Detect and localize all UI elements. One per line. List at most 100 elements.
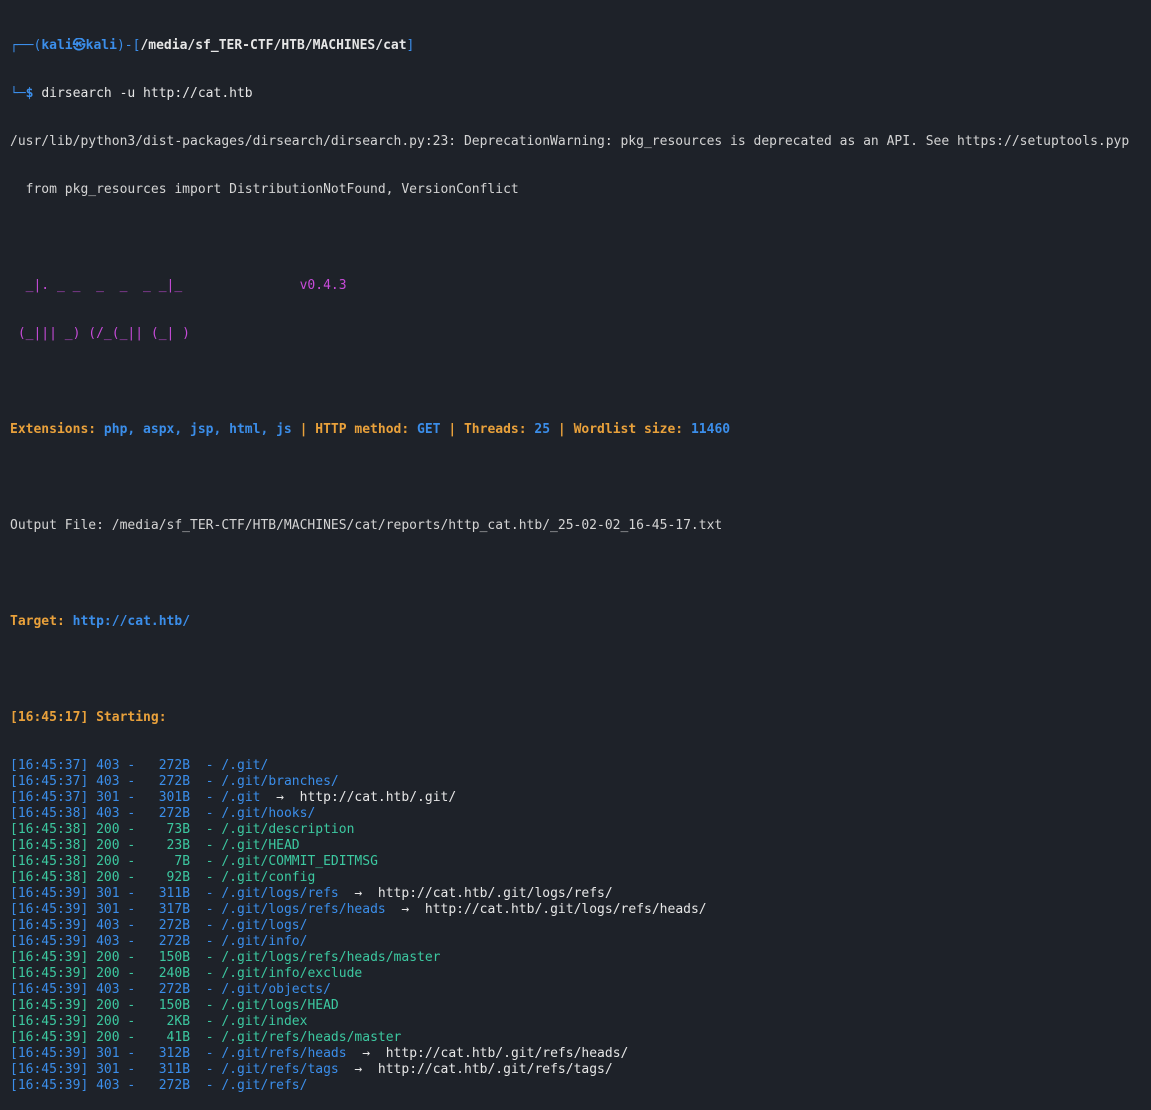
- result-size: 240B: [143, 966, 191, 981]
- result-row: [16:45:37] 301 - 301B - /.git → http://c…: [10, 790, 457, 805]
- result-row: [16:45:39] 301 - 317B - /.git/logs/refs/…: [10, 902, 707, 917]
- starting-line: [16:45:17] Starting:: [10, 710, 167, 725]
- result-path: /.git/logs/: [221, 918, 308, 933]
- result-row: [16:45:39] 301 - 311B - /.git/refs/tags …: [10, 1062, 613, 1077]
- result-row: [16:45:39] 403 - 272B - /.git/info/: [10, 934, 308, 949]
- result-size: 150B: [143, 998, 191, 1013]
- result-status-code: 200: [96, 1014, 120, 1029]
- result-path: /.git/logs/refs: [221, 886, 339, 901]
- result-path: /.git/info/exclude: [221, 966, 363, 981]
- result-size: 272B: [143, 758, 191, 773]
- result-path: /.git/refs/heads/master: [221, 1030, 402, 1045]
- result-status-code: 200: [96, 950, 120, 965]
- result-row: [16:45:39] 200 - 240B - /.git/info/exclu…: [10, 966, 363, 981]
- redirect-arrow-icon: →: [354, 1062, 363, 1077]
- warning-line-2: from pkg_resources import DistributionNo…: [10, 182, 519, 197]
- result-path: /.git/HEAD: [221, 838, 300, 853]
- result-time: [16:45:39]: [10, 1062, 89, 1077]
- result-size: 73B: [143, 822, 191, 837]
- command-text: dirsearch -u http://cat.htb: [41, 86, 253, 101]
- result-status-code: 301: [96, 1062, 120, 1077]
- result-time: [16:45:38]: [10, 822, 89, 837]
- result-status-code: 200: [96, 854, 120, 869]
- prompt-host: kali: [85, 38, 117, 53]
- result-size: 272B: [143, 1078, 191, 1093]
- result-redirect: http://cat.htb/.git/: [299, 790, 457, 805]
- result-row: [16:45:39] 403 - 272B - /.git/objects/: [10, 982, 331, 997]
- result-size: 272B: [143, 934, 191, 949]
- result-redirect: http://cat.htb/.git/refs/tags/: [377, 1062, 613, 1077]
- result-time: [16:45:39]: [10, 950, 89, 965]
- result-row: [16:45:39] 200 - 2KB - /.git/index: [10, 1014, 308, 1029]
- result-path: /.git/logs/refs/heads/master: [221, 950, 441, 965]
- result-size: 7B: [143, 854, 191, 869]
- result-time: [16:45:37]: [10, 774, 89, 789]
- result-time: [16:45:39]: [10, 902, 89, 917]
- result-time: [16:45:38]: [10, 854, 89, 869]
- result-size: 92B: [143, 870, 191, 885]
- result-status-code: 301: [96, 790, 120, 805]
- result-row: [16:45:38] 200 - 23B - /.git/HEAD: [10, 838, 300, 853]
- result-path: /.git/index: [221, 1014, 308, 1029]
- result-row: [16:45:38] 200 - 92B - /.git/config: [10, 870, 316, 885]
- result-status-code: 200: [96, 998, 120, 1013]
- terminal-output[interactable]: ┌──(kali㉿kali)-[/media/sf_TER-CTF/HTB/MA…: [10, 6, 1151, 1110]
- result-path: /.git/: [221, 758, 269, 773]
- result-path: /.git: [221, 790, 261, 805]
- version-label: v0.4.3: [299, 278, 347, 293]
- result-status-code: 200: [96, 838, 120, 853]
- result-time: [16:45:39]: [10, 998, 89, 1013]
- target-line: Target: http://cat.htb/: [10, 614, 191, 629]
- result-status-code: 403: [96, 758, 120, 773]
- result-path: /.git/description: [221, 822, 355, 837]
- result-redirect: http://cat.htb/.git/logs/refs/: [377, 886, 613, 901]
- result-row: [16:45:39] 200 - 150B - /.git/logs/HEAD: [10, 998, 339, 1013]
- result-size: 272B: [143, 774, 191, 789]
- result-row: [16:45:39] 403 - 272B - /.git/logs/: [10, 918, 308, 933]
- result-path: /.git/refs/heads: [221, 1046, 347, 1061]
- result-size: 272B: [143, 982, 191, 997]
- result-status-code: 200: [96, 1030, 120, 1045]
- result-size: 272B: [143, 918, 191, 933]
- result-time: [16:45:38]: [10, 838, 89, 853]
- result-redirect: http://cat.htb/.git/logs/refs/heads/: [424, 902, 707, 917]
- result-status-code: 301: [96, 886, 120, 901]
- banner-art-2: (_||| _) (/_(_|| (_| ): [10, 326, 191, 341]
- result-row: [16:45:38] 200 - 7B - /.git/COMMIT_EDITM…: [10, 854, 378, 869]
- result-size: 23B: [143, 838, 191, 853]
- result-status-code: 403: [96, 934, 120, 949]
- result-status-code: 200: [96, 870, 120, 885]
- result-row: [16:45:38] 403 - 272B - /.git/hooks/: [10, 806, 316, 821]
- result-status-code: 301: [96, 1046, 120, 1061]
- warning-line-1: /usr/lib/python3/dist-packages/dirsearch…: [10, 134, 1130, 149]
- result-time: [16:45:39]: [10, 886, 89, 901]
- result-path: /.git/refs/tags: [221, 1062, 339, 1077]
- results-list: [16:45:37] 403 - 272B - /.git/[16:45:37]…: [10, 758, 1151, 1094]
- result-size: 41B: [143, 1030, 191, 1045]
- prompt-user: kali: [41, 38, 73, 53]
- result-time: [16:45:39]: [10, 1078, 89, 1093]
- result-row: [16:45:39] 301 - 311B - /.git/logs/refs …: [10, 886, 613, 901]
- result-row: [16:45:39] 200 - 41B - /.git/refs/heads/…: [10, 1030, 402, 1045]
- result-size: 301B: [143, 790, 191, 805]
- result-size: 272B: [143, 806, 191, 821]
- result-row: [16:45:39] 403 - 272B - /.git/refs/: [10, 1078, 308, 1093]
- result-row: [16:45:39] 301 - 312B - /.git/refs/heads…: [10, 1046, 629, 1061]
- command-line: └─$ dirsearch -u http://cat.htb: [10, 86, 253, 101]
- result-path: /.git/info/: [221, 934, 308, 949]
- output-file-line: Output File: /media/sf_TER-CTF/HTB/MACHI…: [10, 518, 723, 533]
- result-status-code: 403: [96, 918, 120, 933]
- result-size: 311B: [143, 1062, 191, 1077]
- result-size: 317B: [143, 902, 191, 917]
- result-time: [16:45:39]: [10, 982, 89, 997]
- result-status-code: 403: [96, 982, 120, 997]
- result-path: /.git/refs/: [221, 1078, 308, 1093]
- result-path: /.git/branches/: [221, 774, 339, 789]
- result-time: [16:45:39]: [10, 918, 89, 933]
- result-size: 311B: [143, 886, 191, 901]
- result-time: [16:45:38]: [10, 870, 89, 885]
- redirect-arrow-icon: →: [354, 886, 363, 901]
- result-time: [16:45:39]: [10, 1030, 89, 1045]
- result-time: [16:45:37]: [10, 758, 89, 773]
- prompt-path: /media/sf_TER-CTF/HTB/MACHINES/cat: [140, 38, 407, 53]
